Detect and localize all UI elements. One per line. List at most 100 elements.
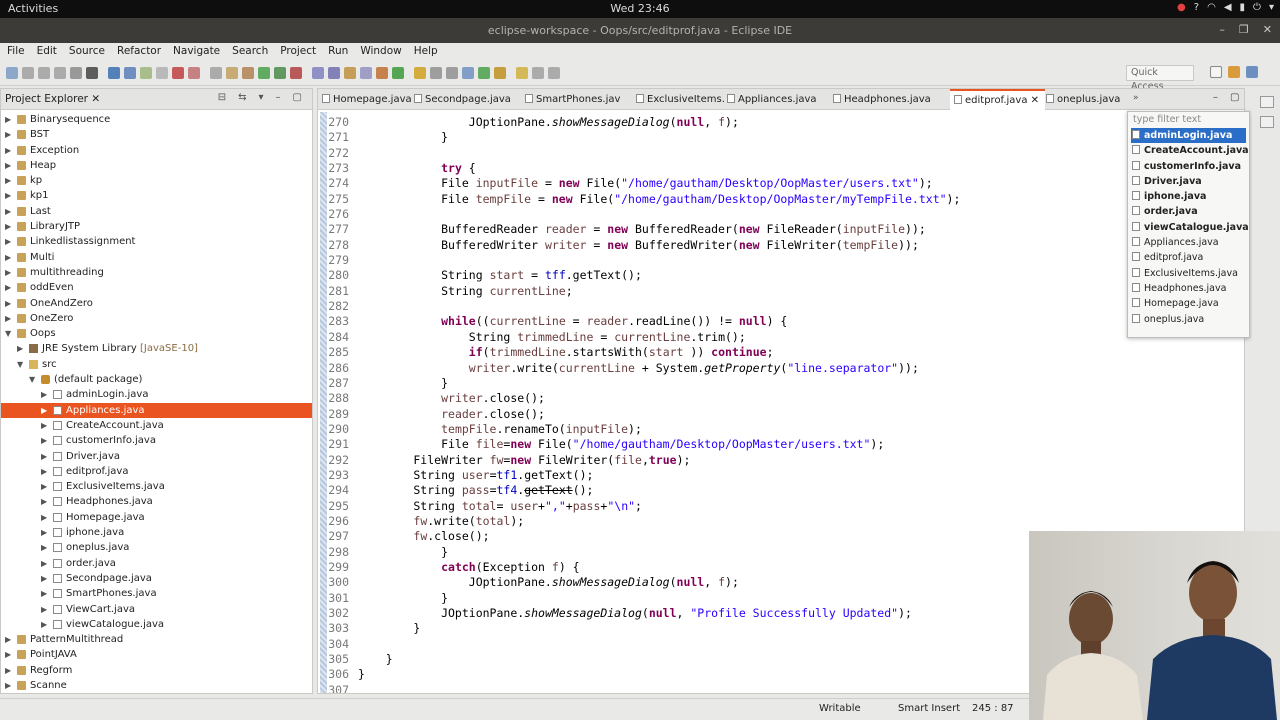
code-line[interactable]: 291 File file=new File("/home/gautham/De… [318, 437, 1244, 452]
menu-file[interactable]: File [7, 45, 25, 61]
java-perspective-icon[interactable] [1246, 66, 1258, 78]
close-tab-icon[interactable]: ✕ [1027, 95, 1039, 106]
code-line[interactable]: 274 File inputFile = new File("/home/gau… [318, 176, 1244, 191]
collapsed-arrow-icon[interactable]: ▶ [41, 433, 47, 448]
tree-item[interactable]: ▶ Driver.java [1, 449, 312, 464]
toolbar-button-icon[interactable] [242, 67, 254, 79]
editor-tab[interactable]: Secondpage.java [410, 89, 511, 110]
collapsed-arrow-icon[interactable]: ▶ [5, 173, 11, 188]
toolbar-button-icon[interactable] [274, 67, 286, 79]
code-line[interactable]: 285 if(trimmedLine.startsWith(start )) c… [318, 345, 1244, 360]
collapsed-arrow-icon[interactable]: ▶ [41, 602, 47, 617]
tree-item[interactable]: ▶ Secondpage.java [1, 571, 312, 586]
open-editor-item[interactable]: Headphones.java [1128, 281, 1249, 296]
collapsed-arrow-icon[interactable]: ▶ [41, 403, 47, 418]
tree-item[interactable]: ▶ iphone.java [1, 525, 312, 540]
tree-item[interactable]: ▶ Headphones.java [1, 494, 312, 509]
collapsed-arrow-icon[interactable]: ▶ [41, 494, 47, 509]
tree-item[interactable]: ▶ OneZero [1, 311, 312, 326]
collapsed-arrow-icon[interactable]: ▶ [41, 617, 47, 632]
toolbar-button-icon[interactable] [516, 67, 528, 79]
collapsed-arrow-icon[interactable]: ▶ [5, 219, 11, 234]
collapsed-arrow-icon[interactable]: ▶ [5, 143, 11, 158]
collapsed-arrow-icon[interactable]: ▶ [41, 540, 47, 555]
quick-access-input[interactable]: Quick Access [1126, 65, 1194, 92]
minimize-editor-icon[interactable]: – [1213, 92, 1218, 103]
record-icon[interactable]: ● [1177, 2, 1186, 13]
open-editor-item[interactable]: CreateAccount.java [1128, 143, 1249, 158]
code-line[interactable]: 296 fw.write(total); [318, 514, 1244, 529]
code-line[interactable]: 279 [318, 253, 1244, 268]
collapsed-arrow-icon[interactable]: ▶ [5, 280, 11, 295]
collapsed-arrow-icon[interactable]: ▶ [5, 647, 11, 662]
toolbar-button-icon[interactable] [86, 67, 98, 79]
open-editor-item[interactable]: editprof.java [1128, 250, 1249, 265]
toolbar-button-icon[interactable] [532, 67, 544, 79]
tree-item[interactable]: ▶ Heap [1, 158, 312, 173]
code-line[interactable]: 281 String currentLine; [318, 284, 1244, 299]
collapsed-arrow-icon[interactable]: ▶ [5, 158, 11, 173]
menu-refactor[interactable]: Refactor [117, 45, 161, 61]
collapsed-arrow-icon[interactable]: ▶ [5, 250, 11, 265]
collapsed-arrow-icon[interactable]: ▶ [41, 387, 47, 402]
collapsed-arrow-icon[interactable]: ▶ [5, 188, 11, 203]
collapsed-arrow-icon[interactable]: ▶ [5, 311, 11, 326]
toolbar-button-icon[interactable] [38, 67, 50, 79]
open-editor-item[interactable]: Appliances.java [1128, 235, 1249, 250]
tree-item[interactable]: ▶ viewCatalogue.java [1, 617, 312, 632]
code-line[interactable]: 270 JOptionPane.showMessageDialog(null, … [318, 115, 1244, 130]
tree-item[interactable]: ▶ oddEven [1, 280, 312, 295]
project-explorer-title[interactable]: Project Explorer ✕ [5, 93, 100, 105]
menu-run[interactable]: Run [328, 45, 348, 61]
collapsed-arrow-icon[interactable]: ▶ [41, 586, 47, 601]
tree-item[interactable]: ▼ Oops [1, 326, 312, 341]
view-menu-icon[interactable]: ▾ [259, 92, 264, 103]
collapsed-arrow-icon[interactable]: ▶ [41, 418, 47, 433]
code-line[interactable]: 289 reader.close(); [318, 407, 1244, 422]
editor-tab[interactable]: ExclusiveItems. [632, 89, 725, 110]
code-line[interactable]: 286 writer.write(currentLine + System.ge… [318, 361, 1244, 376]
tree-item[interactable]: ▶ JRE System Library [JavaSE-10] [1, 341, 312, 356]
code-line[interactable]: 280 String start = tff.getText(); [318, 268, 1244, 283]
code-line[interactable]: 278 BufferedWriter writer = new Buffered… [318, 238, 1244, 253]
code-line[interactable]: 273 try { [318, 161, 1244, 176]
tree-item[interactable]: ▶ oneplus.java [1, 540, 312, 555]
maximize-icon[interactable]: ❐ [1239, 23, 1249, 36]
tree-item[interactable]: ▶ Exception [1, 143, 312, 158]
tree-item[interactable]: ▶ Binarysequence [1, 112, 312, 127]
tree-item[interactable]: ▼ (default package) [1, 372, 312, 387]
filter-input[interactable]: type filter text [1128, 112, 1249, 128]
tree-item[interactable]: ▶ Regform [1, 663, 312, 678]
open-editor-item[interactable]: iphone.java [1128, 189, 1249, 204]
code-line[interactable]: 282 [318, 299, 1244, 314]
toolbar-button-icon[interactable] [548, 67, 560, 79]
code-line[interactable]: 295 String total= user+","+pass+"\n"; [318, 499, 1244, 514]
collapsed-arrow-icon[interactable]: ▶ [5, 234, 11, 249]
open-editor-item[interactable]: customerInfo.java [1128, 159, 1249, 174]
tray-menu-icon[interactable]: ▾ [1269, 2, 1274, 13]
collapsed-arrow-icon[interactable]: ▶ [5, 265, 11, 280]
code-line[interactable]: 276 [318, 207, 1244, 222]
toolbar-button-icon[interactable] [376, 67, 388, 79]
tree-item[interactable]: ▶ kp [1, 173, 312, 188]
volume-icon[interactable]: ◀ [1224, 2, 1232, 13]
toolbar-button-icon[interactable] [140, 67, 152, 79]
open-editor-item[interactable]: ExclusiveItems.java [1128, 266, 1249, 281]
minimize-view-icon[interactable]: – [276, 92, 281, 103]
collapsed-arrow-icon[interactable]: ▶ [5, 204, 11, 219]
tree-item[interactable]: ▶ Multi [1, 250, 312, 265]
clock[interactable]: Wed 23:46 [0, 2, 1280, 15]
toolbar-button-icon[interactable] [6, 67, 18, 79]
power-icon[interactable]: ⏻ [1253, 2, 1261, 13]
code-line[interactable]: 277 BufferedReader reader = new Buffered… [318, 222, 1244, 237]
tree-item[interactable]: ▶ Linkedlistassignment [1, 234, 312, 249]
tree-item[interactable]: ▶ CreateAccount.java [1, 418, 312, 433]
battery-icon[interactable]: ▮ [1240, 2, 1246, 13]
collapsed-arrow-icon[interactable]: ▶ [5, 112, 11, 127]
collapsed-arrow-icon[interactable]: ▶ [41, 525, 47, 540]
tree-item[interactable]: ▶ PointJAVA [1, 647, 312, 662]
code-line[interactable]: 271 } [318, 130, 1244, 145]
menu-navigate[interactable]: Navigate [173, 45, 220, 61]
code-line[interactable]: 275 File tempFile = new File("/home/gaut… [318, 192, 1244, 207]
tree-item[interactable]: ▶ Last [1, 204, 312, 219]
